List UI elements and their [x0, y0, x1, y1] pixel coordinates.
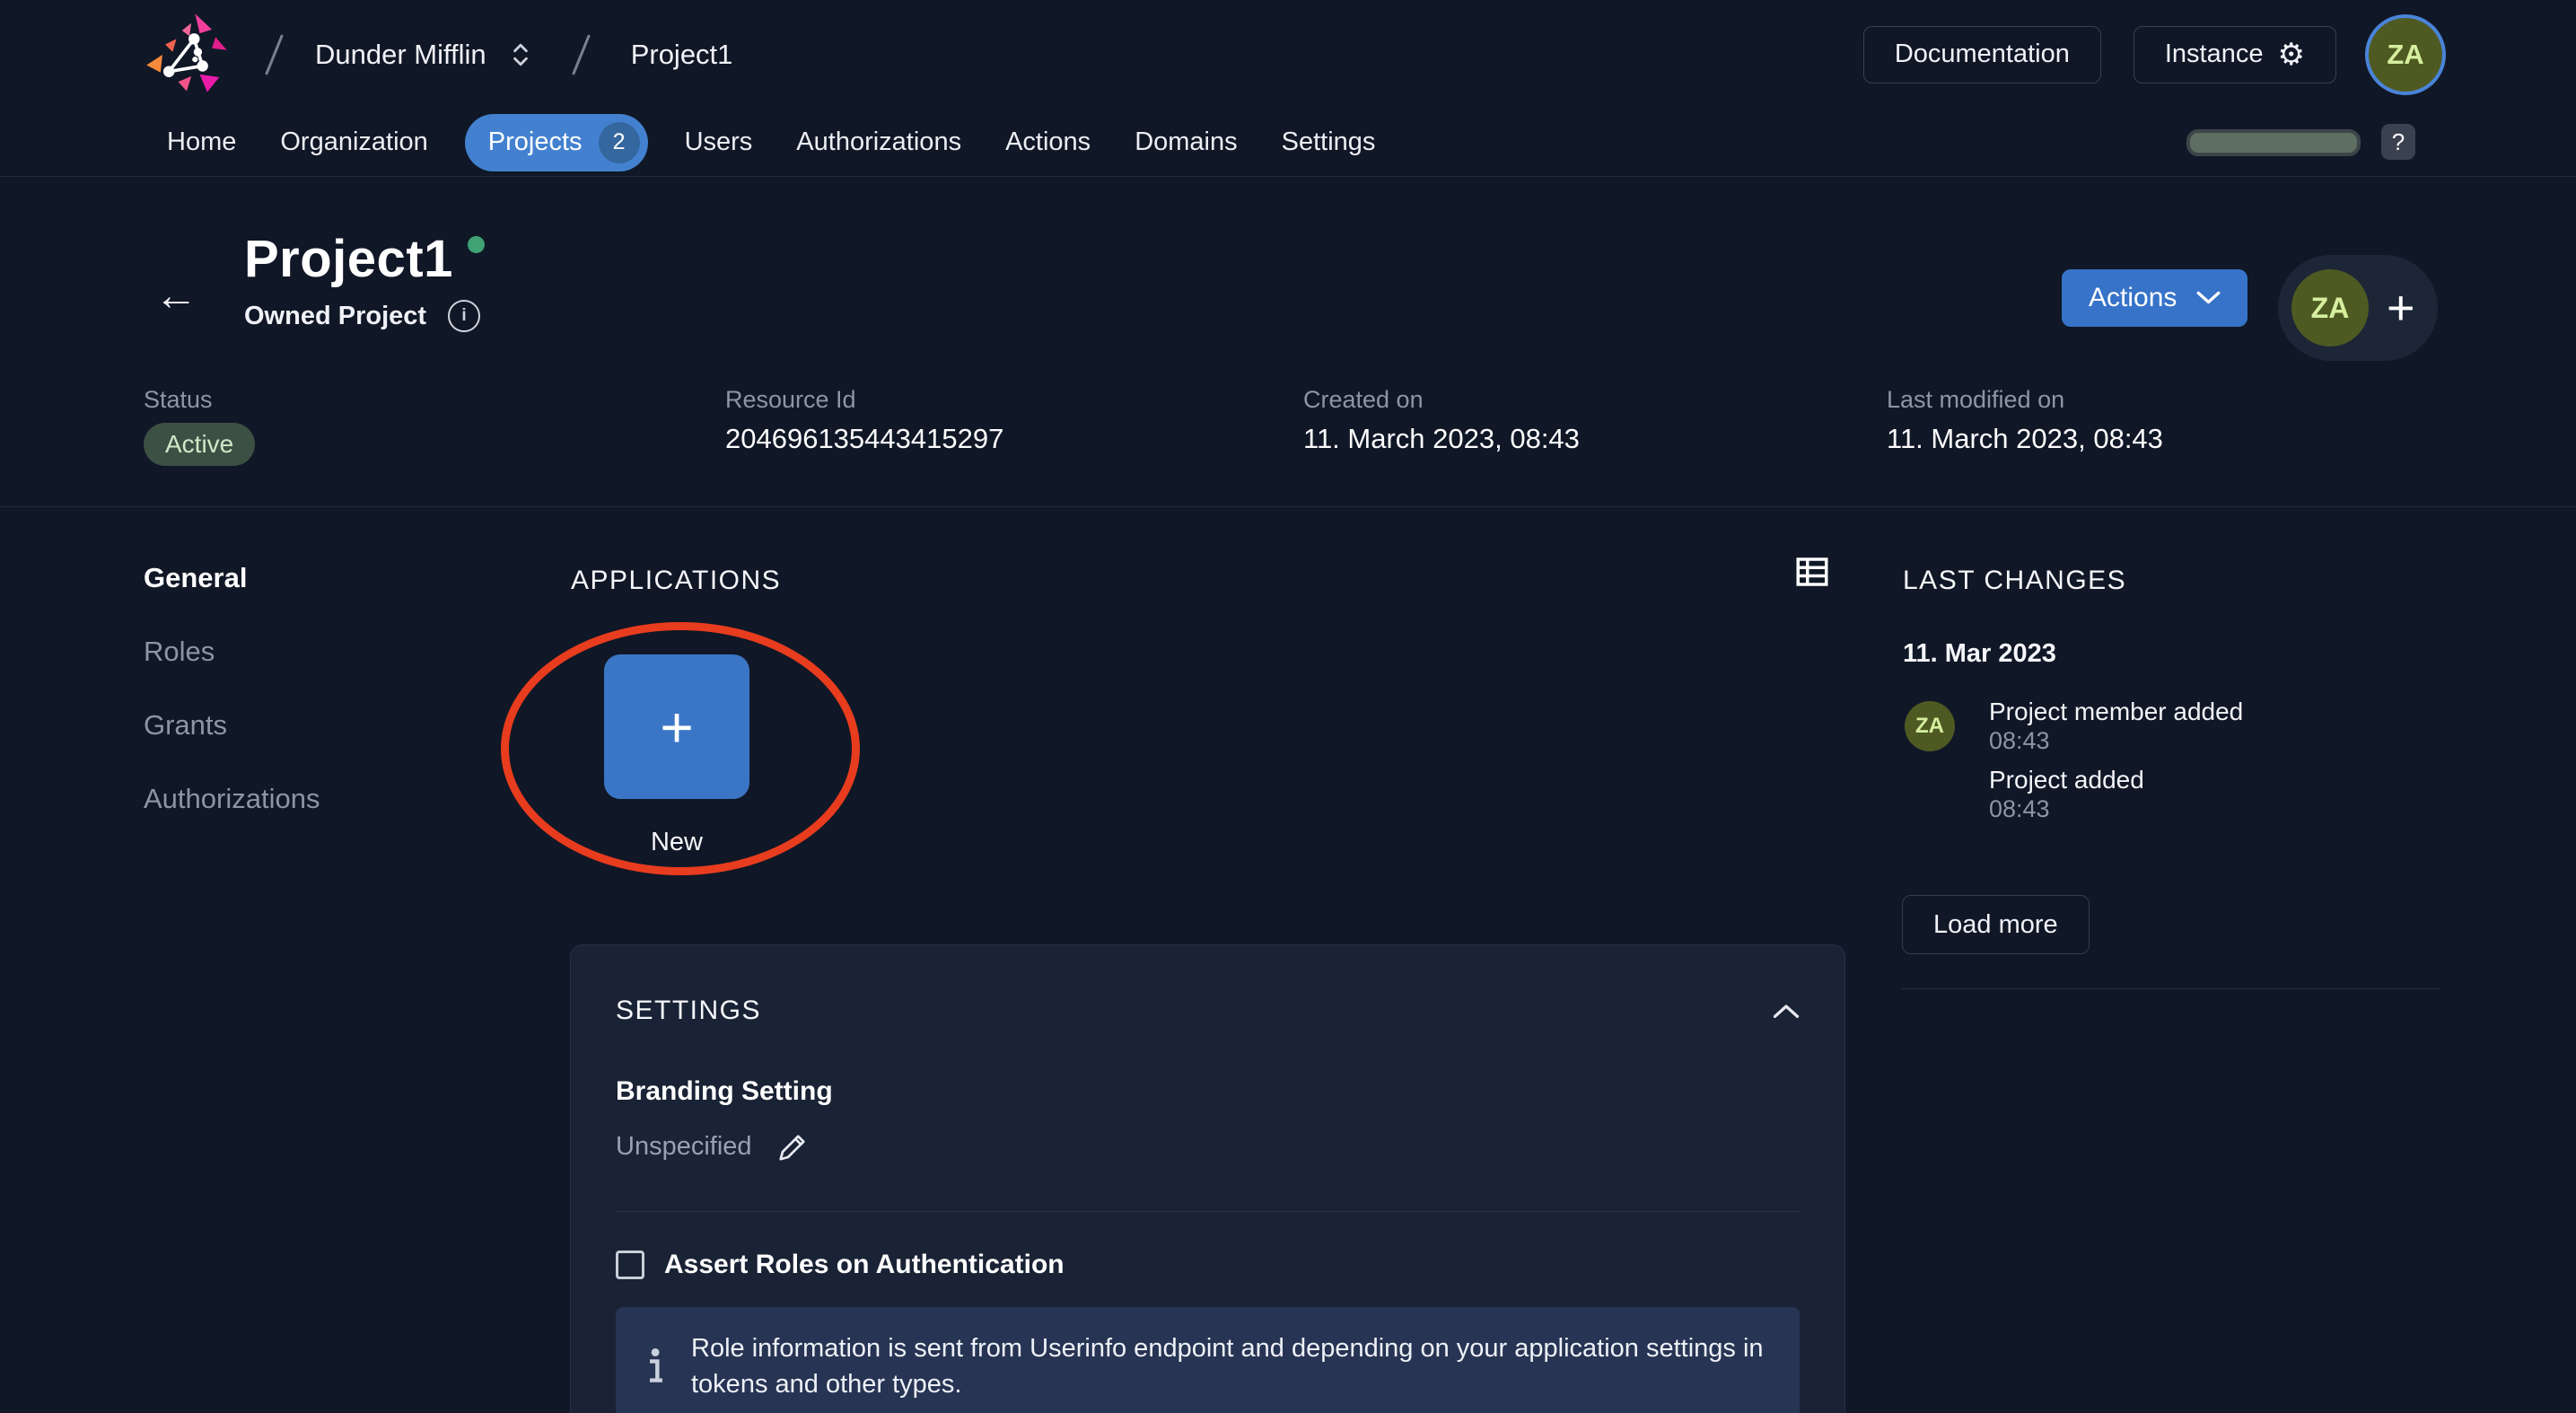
tab-projects-label: Projects [487, 127, 583, 156]
change-event-time: 08:43 [1989, 795, 2050, 822]
project-detail-page: Dunder Mifflin Project1 Documentation In… [0, 0, 2576, 1413]
table-view-icon[interactable] [1793, 551, 1831, 597]
active-state-dot [467, 236, 485, 253]
gear-icon: ⚙ [2277, 37, 2305, 72]
help-button[interactable]: ? [2381, 124, 2415, 160]
meta-modified: Last modified on 11. March 2023, 08:43 [1887, 386, 2163, 455]
page-title: Project1 [244, 230, 453, 288]
meta-status: Status Active [144, 386, 256, 466]
content-area: General Roles Grants Authorizations APPL… [0, 506, 2576, 1413]
info-icon[interactable]: i [448, 300, 481, 332]
resource-id-value: 204696135443415297 [725, 423, 1004, 454]
branding-setting-label: Branding Setting [616, 1076, 833, 1106]
new-application-label: New [650, 828, 703, 856]
change-event-time: 08:43 [1989, 727, 2050, 754]
chevron-down-icon [2196, 291, 2221, 305]
breadcrumb-org[interactable]: Dunder Mifflin [315, 39, 486, 71]
project-type-label: Owned Project [244, 301, 427, 330]
actions-button-label: Actions [2089, 283, 2177, 312]
meta-resource-id: Resource Id 204696135443415297 [725, 386, 1003, 455]
tab-domains[interactable]: Domains [1135, 127, 1237, 157]
member-avatar[interactable]: ZA [2291, 269, 2369, 347]
load-more-button[interactable]: Load more [1902, 895, 2090, 954]
change-avatar: ZA [1905, 701, 1955, 751]
instance-button-label: Instance [2164, 39, 2264, 68]
assert-roles-checkbox[interactable] [616, 1251, 644, 1279]
tab-home[interactable]: Home [167, 127, 236, 157]
back-arrow-icon[interactable]: ← [154, 271, 197, 320]
user-avatar[interactable]: ZA [2369, 17, 2442, 92]
info-text: Role information is sent from Userinfo e… [691, 1334, 1764, 1399]
breadcrumb-separator [265, 33, 284, 75]
status-badge: Active [144, 423, 256, 466]
title-block: Project1 Owned Project i [244, 229, 485, 332]
tab-users[interactable]: Users [685, 127, 753, 157]
sidebar-item-grants[interactable]: Grants [144, 709, 227, 742]
resource-id-label: Resource Id [725, 386, 856, 413]
created-on-label: Created on [1303, 386, 1424, 413]
info-i-icon [646, 1348, 662, 1384]
documentation-button-label: Documentation [1894, 39, 2070, 68]
settings-card: SETTINGS Branding Setting Unspecified As… [570, 944, 1845, 1413]
sidebar-item-general[interactable]: General [144, 562, 247, 594]
tab-organization[interactable]: Organization [280, 127, 427, 157]
meta-created: Created on 11. March 2023, 08:43 [1303, 386, 1580, 455]
modified-on-value: 11. March 2023, 08:43 [1887, 423, 2163, 454]
tab-authorizations[interactable]: Authorizations [796, 127, 961, 157]
divider [616, 1211, 1800, 1212]
add-member-button[interactable]: + [2387, 284, 2415, 332]
topbar-actions: Documentation Instance ⚙ ZA [1862, 17, 2442, 92]
change-event-label: Project member added [1989, 698, 2244, 725]
info-box: Role information is sent from Userinfo e… [616, 1307, 1800, 1413]
project-members-pill: ZA + [2278, 255, 2438, 361]
project-header: ← Project1 Owned Project i Actions ZA + … [0, 177, 2576, 507]
chevron-up-icon[interactable] [1773, 1003, 1800, 1019]
created-on-value: 11. March 2023, 08:43 [1303, 423, 1580, 454]
settings-heading: SETTINGS [616, 996, 762, 1025]
breadcrumb-separator [571, 33, 591, 75]
branding-setting-value: Unspecified [616, 1131, 752, 1161]
plus-icon: + [660, 694, 694, 759]
divider [1902, 988, 2440, 989]
org-switcher-unfold-icon[interactable] [510, 41, 531, 68]
projects-count-badge: 2 [598, 121, 640, 163]
new-application-card[interactable]: + [604, 654, 749, 799]
applications-heading: APPLICATIONS [571, 566, 782, 595]
assert-roles-label: Assert Roles on Authentication [664, 1250, 1065, 1279]
tab-actions[interactable]: Actions [1005, 127, 1091, 157]
instance-button[interactable]: Instance ⚙ [2133, 25, 2336, 83]
last-changes-heading: LAST CHANGES [1903, 566, 2127, 595]
changes-date: 11. Mar 2023 [1903, 639, 2056, 668]
sidebar-item-roles[interactable]: Roles [144, 636, 215, 668]
tab-projects[interactable]: Projects 2 [464, 113, 648, 171]
modified-on-label: Last modified on [1887, 386, 2065, 413]
sidebar-item-authorizations[interactable]: Authorizations [144, 783, 320, 815]
tab-settings[interactable]: Settings [1282, 127, 1376, 157]
main-nav: Home Organization Projects 2 Users Autho… [0, 109, 2576, 177]
quota-bar [2186, 129, 2361, 156]
documentation-button[interactable]: Documentation [1862, 25, 2101, 83]
topbar: Dunder Mifflin Project1 Documentation In… [0, 0, 2576, 109]
status-label: Status [144, 386, 213, 413]
change-event-label: Project added [1989, 766, 2144, 794]
edit-pencil-icon[interactable] [777, 1130, 810, 1163]
actions-button[interactable]: Actions [2062, 269, 2248, 327]
zitadel-logo-icon[interactable] [135, 8, 241, 101]
breadcrumb-project[interactable]: Project1 [631, 39, 733, 71]
